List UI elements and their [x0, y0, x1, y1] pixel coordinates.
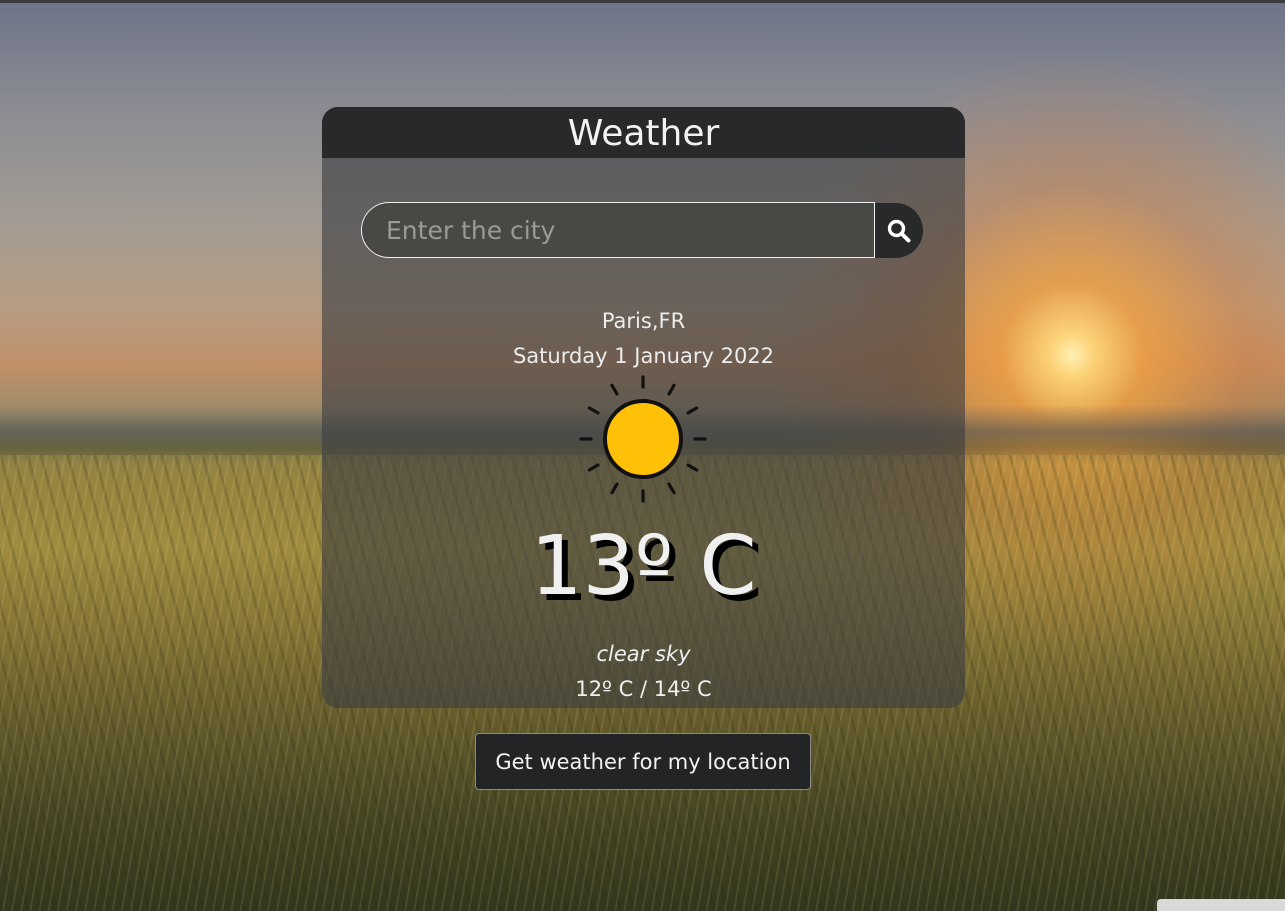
city-search	[361, 202, 923, 260]
weather-card: Weather Paris,FR Saturday 1 January 2022	[322, 107, 965, 708]
city-search-input[interactable]	[361, 202, 875, 258]
app-title: Weather	[322, 107, 965, 158]
window-top-border	[0, 0, 1285, 3]
search-button[interactable]	[875, 203, 923, 258]
search-icon	[887, 219, 911, 242]
min-max-temperature: 12º C / 14º C	[575, 677, 712, 701]
get-location-weather-button[interactable]: Get weather for my location	[475, 733, 811, 790]
date-label: Saturday 1 January 2022	[512, 344, 775, 368]
weather-app-page: Weather Paris,FR Saturday 1 January 2022	[0, 0, 1285, 911]
bottom-right-overlay	[1157, 899, 1285, 911]
location-label: Paris,FR	[601, 309, 686, 333]
temperature-value: 13º C	[530, 519, 757, 614]
sun-icon	[579, 375, 707, 503]
weather-description: clear sky	[596, 642, 691, 666]
